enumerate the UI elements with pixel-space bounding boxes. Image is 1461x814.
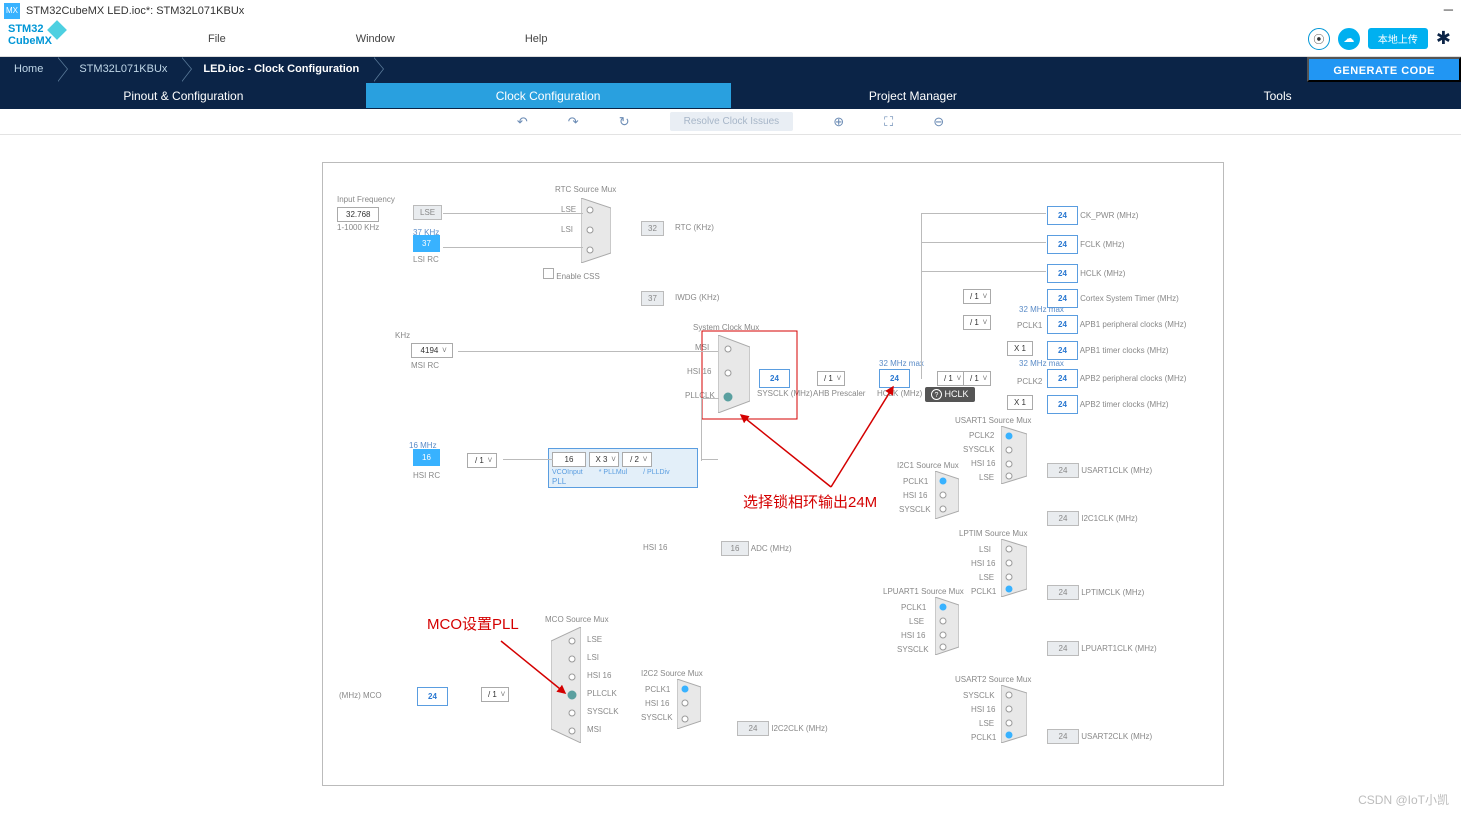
cloud-icon[interactable]: ☁ — [1338, 28, 1360, 50]
annotation-arrows — [323, 163, 1225, 787]
menu-file[interactable]: File — [208, 33, 226, 45]
tab-clock[interactable]: Clock Configuration — [366, 83, 731, 108]
breadcrumb-home[interactable]: Home — [0, 57, 57, 82]
tab-tools[interactable]: Tools — [1095, 83, 1460, 108]
zoomfit-button[interactable]: ⛶ — [884, 114, 893, 130]
menu-window[interactable]: Window — [356, 33, 395, 45]
app-icon: MX — [4, 3, 20, 19]
tab-pinout[interactable]: Pinout & Configuration — [1, 83, 366, 108]
clock-canvas: Input Frequency 32.768 1-1000 KHz LSE 37… — [322, 162, 1224, 786]
pll-annotation: 选择锁相环输出24M — [743, 491, 877, 512]
refresh-button[interactable]: ↻ — [619, 114, 630, 130]
watermark: CSDN @IoT小凯 — [1358, 791, 1449, 808]
generate-code-button[interactable]: GENERATE CODE — [1307, 57, 1461, 82]
redo-button[interactable]: ↷ — [568, 114, 579, 130]
app-logo: STM32CubeMX — [8, 23, 68, 55]
window-title: STM32CubeMX LED.ioc*: STM32L071KBUx — [26, 5, 244, 17]
resolve-button[interactable]: Resolve Clock Issues — [670, 112, 794, 131]
mco-annotation: MCO设置PLL — [427, 613, 519, 634]
menu-help[interactable]: Help — [525, 33, 548, 45]
zoomout-button[interactable]: ⊖ — [933, 114, 944, 130]
share-icon[interactable]: ✱ — [1436, 28, 1451, 49]
zoomin-button[interactable]: ⊕ — [833, 114, 844, 130]
social-icon[interactable]: ⦿ — [1308, 28, 1330, 50]
undo-button[interactable]: ↶ — [517, 114, 528, 130]
minimize-button[interactable]: ─ — [1444, 2, 1453, 17]
tab-project[interactable]: Project Manager — [731, 83, 1096, 108]
breadcrumb-file[interactable]: LED.ioc - Clock Configuration — [181, 57, 373, 82]
breadcrumb-mcu[interactable]: STM32L071KBUx — [57, 57, 181, 82]
upload-button[interactable]: 本地上传 — [1368, 28, 1428, 49]
